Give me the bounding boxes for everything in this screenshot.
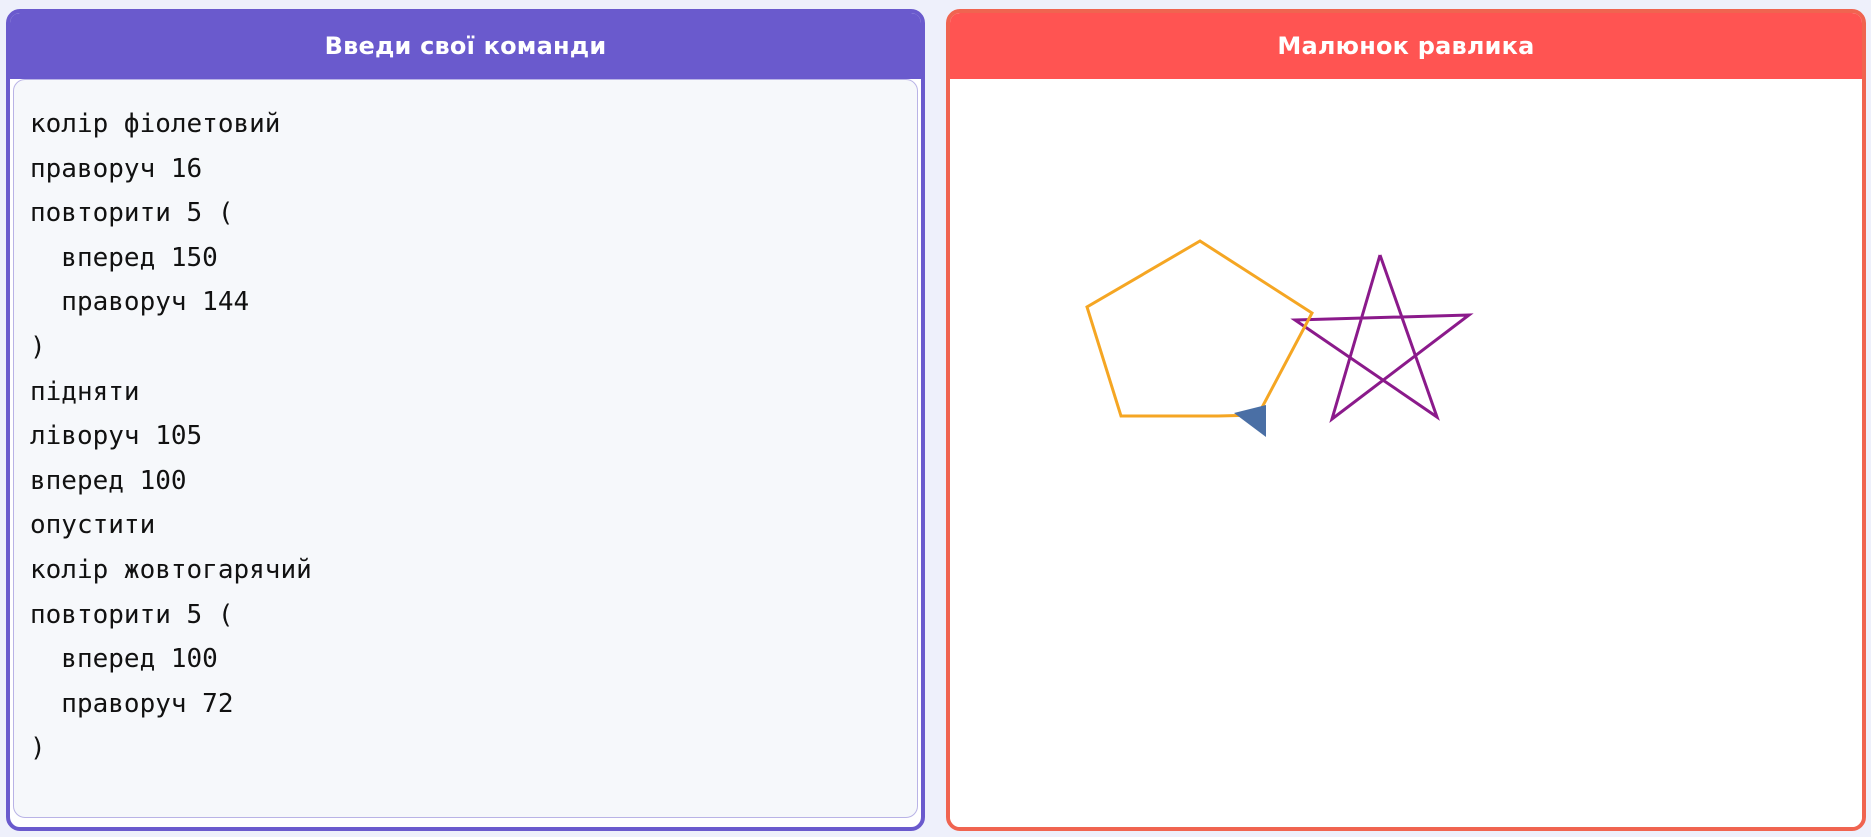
turtle-icon [1234, 405, 1266, 437]
star-shape [1290, 254, 1474, 423]
pentagon-shape [1085, 239, 1314, 418]
drawing-svg [1085, 239, 1474, 437]
drawing-canvas [950, 79, 1862, 827]
drawing-panel: Малюнок равлика [946, 9, 1866, 831]
code-panel-title: Введи свої команди [10, 13, 921, 79]
code-editor[interactable] [13, 79, 918, 818]
code-panel: Введи свої команди [6, 9, 925, 831]
drawing-panel-title: Малюнок равлика [950, 13, 1862, 79]
